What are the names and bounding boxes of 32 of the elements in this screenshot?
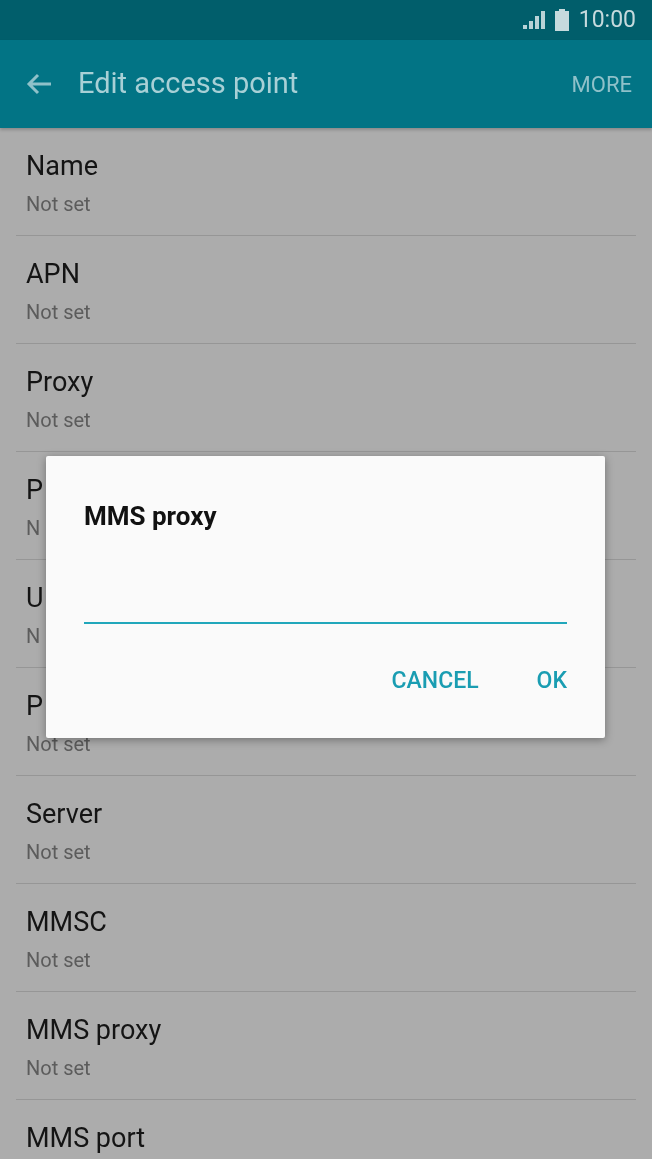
setting-value: N [26, 516, 41, 540]
setting-title: APN [26, 257, 80, 292]
setting-title: MMS proxy [26, 1013, 162, 1048]
setting-value: Not set [26, 408, 91, 432]
dialog-title: MMS proxy [84, 500, 218, 533]
settings-row[interactable]: Server Not set [16, 776, 636, 884]
clock: 10:00 [578, 4, 636, 35]
setting-title: Name [26, 149, 98, 184]
setting-value: Not set [26, 192, 91, 216]
settings-row[interactable]: Proxy Not set [16, 344, 636, 452]
settings-row[interactable]: Name Not set [16, 128, 636, 236]
setting-value: Not set [26, 1056, 91, 1080]
settings-row[interactable]: APN Not set [16, 236, 636, 344]
setting-value: Not set [26, 948, 91, 972]
settings-row[interactable]: MMS proxy Not set [16, 992, 636, 1100]
screen-title: Edit access point [78, 65, 300, 103]
signal-icon [522, 11, 545, 29]
setting-value: N [26, 624, 41, 648]
setting-title: U [26, 581, 44, 616]
back-arrow-icon [25, 72, 53, 96]
setting-value: Not set [26, 300, 91, 324]
setting-title: P [26, 473, 44, 508]
setting-title: Proxy [26, 365, 94, 400]
setting-title: MMSC [26, 905, 107, 940]
setting-title: P [26, 689, 44, 724]
setting-value: Not set [26, 732, 91, 756]
battery-icon [554, 9, 569, 31]
setting-title: MMS port [26, 1121, 146, 1156]
settings-row[interactable]: MMSC Not set [16, 884, 636, 992]
setting-value: Not set [26, 840, 91, 864]
setting-title: Server [26, 797, 103, 832]
settings-row[interactable]: MMS port [16, 1100, 636, 1159]
